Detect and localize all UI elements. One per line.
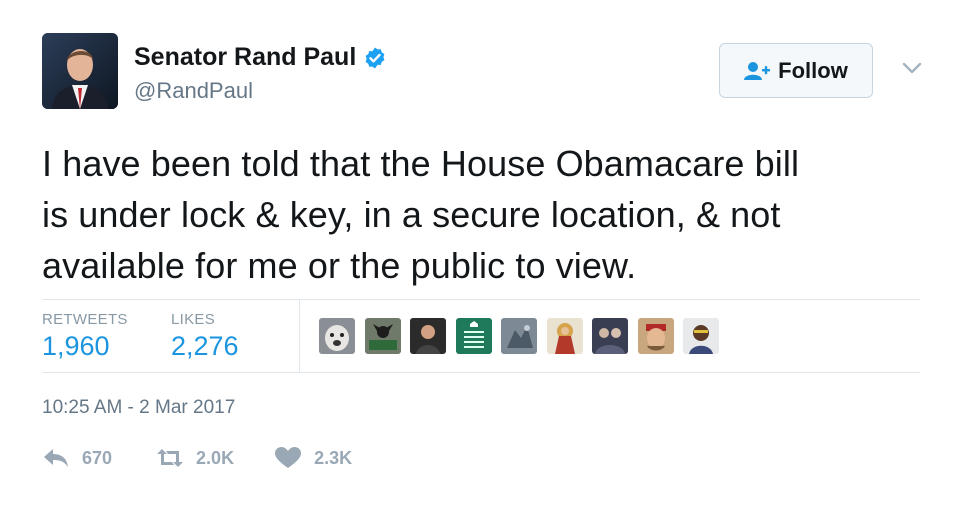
user-handle[interactable]: @RandPaul bbox=[134, 78, 253, 104]
tweet-timestamp[interactable]: 10:25 AM - 2 Mar 2017 bbox=[42, 397, 235, 419]
likes-stat[interactable]: LIKES 2,276 bbox=[171, 311, 239, 362]
retweets-count: 1,960 bbox=[42, 331, 110, 361]
likers-avatars bbox=[319, 318, 729, 354]
liker-avatar[interactable] bbox=[592, 318, 628, 354]
retweet-icon bbox=[157, 449, 184, 467]
like-count: 2.3K bbox=[314, 447, 353, 468]
avatar-portrait bbox=[42, 33, 118, 109]
retweet-count: 2.0K bbox=[196, 447, 235, 468]
follow-button[interactable]: Follow bbox=[719, 43, 873, 98]
reply-button[interactable]: 670 bbox=[42, 446, 112, 470]
liker-avatar[interactable] bbox=[410, 318, 446, 354]
reply-count: 670 bbox=[82, 447, 113, 468]
retweets-label: RETWEETS bbox=[42, 311, 128, 328]
avatar[interactable] bbox=[42, 33, 118, 109]
display-name[interactable]: Senator Rand Paul bbox=[134, 43, 356, 72]
like-button[interactable]: 2.3K bbox=[274, 446, 352, 470]
tweet-card: Senator Rand Paul @RandPaul Follow I hav… bbox=[0, 0, 980, 512]
follow-person-icon bbox=[744, 61, 771, 80]
liker-avatar[interactable] bbox=[501, 318, 537, 354]
heart-icon bbox=[275, 447, 302, 468]
liker-avatar[interactable] bbox=[683, 318, 719, 354]
reply-icon bbox=[44, 449, 68, 467]
retweets-stat[interactable]: RETWEETS 1,960 bbox=[42, 311, 128, 362]
likes-count: 2,276 bbox=[171, 331, 239, 361]
stats-divider bbox=[299, 300, 300, 372]
liker-avatar[interactable] bbox=[364, 318, 401, 354]
tweet-text-line: I have been told that the House Obamacar… bbox=[42, 143, 800, 184]
liker-avatar[interactable] bbox=[455, 318, 492, 354]
tweet-text: I have been told that the House Obamacar… bbox=[42, 138, 942, 291]
tweet-actions: 670 2.0K 2.3K bbox=[42, 446, 386, 470]
liker-avatar[interactable] bbox=[319, 318, 355, 354]
display-name-row: Senator Rand Paul bbox=[134, 43, 387, 72]
verified-badge-icon bbox=[363, 46, 387, 70]
divider bbox=[42, 372, 920, 373]
chevron-down-icon[interactable] bbox=[901, 60, 923, 76]
tweet-text-line: is under lock & key, in a secure locatio… bbox=[42, 194, 781, 235]
retweet-button[interactable]: 2.0K bbox=[156, 446, 234, 470]
liker-avatar[interactable] bbox=[637, 318, 674, 354]
likes-label: LIKES bbox=[171, 311, 216, 328]
follow-button-label: Follow bbox=[778, 57, 848, 83]
liker-avatar[interactable] bbox=[546, 318, 583, 354]
tweet-text-line: available for me or the public to view. bbox=[42, 245, 637, 286]
divider bbox=[42, 299, 920, 300]
